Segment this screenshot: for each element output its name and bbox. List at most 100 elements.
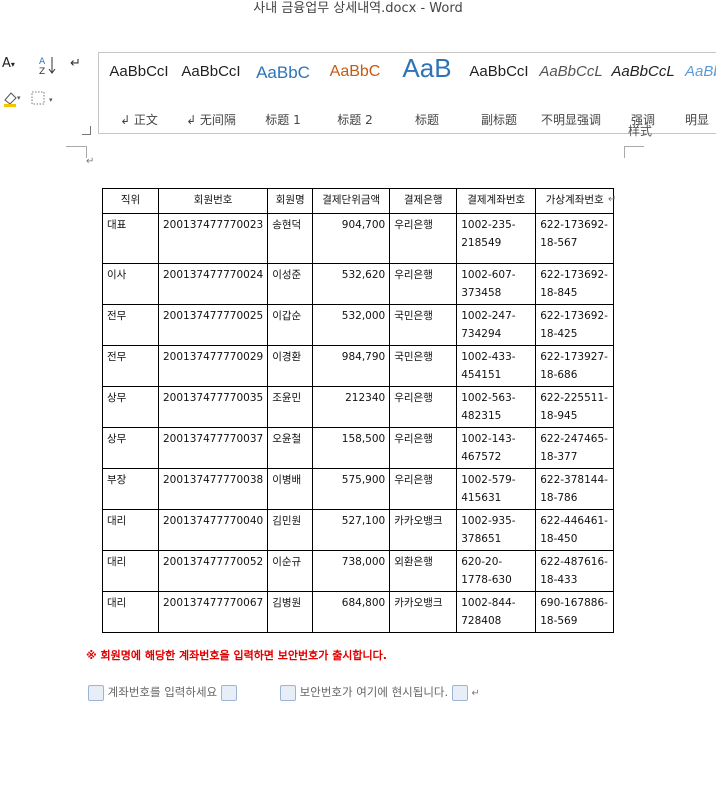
table-cell[interactable]: 오윤철 xyxy=(267,427,314,469)
table-cell[interactable]: 622-225511- 18-945 xyxy=(535,386,615,428)
table-cell[interactable]: 1002-607- 373458 xyxy=(456,263,537,305)
table-cell[interactable]: 200137477770035 xyxy=(157,386,269,428)
table-cell[interactable]: 200137477770038 xyxy=(157,468,269,510)
table-cell[interactable]: 전무 xyxy=(102,304,159,346)
table-cell[interactable]: 김민원 xyxy=(267,509,314,551)
table-cell[interactable]: 카카오뱅크 xyxy=(389,509,458,551)
style-no-spacing[interactable]: AaBbCcI ↲ 无间隔 xyxy=(175,53,247,131)
style-normal[interactable]: AaBbCcI ↲ 正文 xyxy=(103,53,175,131)
style-heading-2[interactable]: AaBbC 标题 2 xyxy=(319,53,391,131)
table-cell[interactable]: 국민은행 xyxy=(389,304,458,346)
table-cell[interactable]: 622-173927- 18-686 xyxy=(535,345,615,387)
style-subtitle[interactable]: AaBbCcI 副标题 xyxy=(463,53,535,131)
show-formatting-icon[interactable]: ↵ xyxy=(70,56,81,71)
style-label: 标题 1 xyxy=(265,113,301,127)
table-cell[interactable]: 대리 xyxy=(102,550,159,592)
style-intense-emphasis[interactable]: AaBb 明显 xyxy=(679,53,716,131)
table-cell[interactable]: 620-20- 1778-630 xyxy=(456,550,537,592)
table-cell[interactable]: 200137477770052 xyxy=(157,550,269,592)
table-cell[interactable]: 우리은행 xyxy=(389,386,458,428)
table-cell[interactable]: 이병배 xyxy=(267,468,314,510)
table-cell[interactable]: 622-173692- 18-425 xyxy=(535,304,615,346)
table-cell[interactable]: 527,100 xyxy=(312,509,391,551)
table-cell[interactable]: 200137477770024 xyxy=(157,263,269,305)
table-cell[interactable]: 전무 xyxy=(102,345,159,387)
table-cell[interactable]: 684,800 xyxy=(312,591,391,633)
security-number-placeholder: 보안번호가 여기에 현시됩니다. xyxy=(299,685,449,699)
style-sample: AaBbCcL xyxy=(611,63,675,80)
table-cell[interactable]: 622-247465- 18-377 xyxy=(535,427,615,469)
table-cell[interactable]: 상무 xyxy=(102,386,159,428)
table-cell[interactable]: 우리은행 xyxy=(389,263,458,305)
security-number-field[interactable]: 보안번호가 여기에 현시됩니다. ↵ xyxy=(280,684,480,701)
style-title[interactable]: AaB 标题 xyxy=(391,53,463,131)
style-label: 标题 xyxy=(414,113,439,127)
account-number-placeholder[interactable]: 계좌번호를 입력하세요 xyxy=(108,685,217,699)
header-member-number: 회원번호 xyxy=(157,188,269,214)
table-cell[interactable]: 158,500 xyxy=(312,427,391,469)
notice-text: ※ 회원명에 해당한 계좌번호을 입력하면 보안번호가 출시합니다. xyxy=(86,649,387,662)
table-cell[interactable]: 200137477770025 xyxy=(157,304,269,346)
table-cell[interactable]: 조윤민 xyxy=(267,386,314,428)
table-cell[interactable]: 690-167886- 18-569 xyxy=(535,591,615,633)
table-cell[interactable]: 1002-935- 378651 xyxy=(456,509,537,551)
table-cell[interactable]: 622-173692- 18-567 xyxy=(535,213,615,264)
style-emphasis[interactable]: AaBbCcL 强调 xyxy=(607,53,679,131)
table-cell[interactable]: 대리 xyxy=(102,509,159,551)
style-label: 明显 xyxy=(685,113,710,127)
table-cell[interactable]: 212340 xyxy=(312,386,391,428)
table-cell[interactable]: 200137477770029 xyxy=(157,345,269,387)
paragraph-dialog-launcher-icon[interactable] xyxy=(82,126,91,135)
account-number-field[interactable]: 계좌번호를 입력하세요 xyxy=(88,684,237,701)
borders-icon[interactable]: ▾ xyxy=(30,89,58,107)
table-cell[interactable]: 575,900 xyxy=(312,468,391,510)
table-cell[interactable]: 200137477770067 xyxy=(157,591,269,633)
table-cell[interactable]: 200137477770023 xyxy=(157,213,269,264)
table-cell[interactable]: 김병원 xyxy=(267,591,314,633)
table-cell[interactable]: 1002-235- 218549 xyxy=(456,213,537,264)
text-effects-icon[interactable]: A▾ xyxy=(2,56,15,71)
table-cell[interactable]: 738,000 xyxy=(312,550,391,592)
table-cell[interactable]: 1002-844- 728408 xyxy=(456,591,537,633)
table-cell[interactable]: 532,000 xyxy=(312,304,391,346)
table-cell[interactable]: 부장 xyxy=(102,468,159,510)
shading-icon[interactable]: ▾ xyxy=(2,88,24,108)
table-cell[interactable]: 622-487616- 18-433 xyxy=(535,550,615,592)
table-cell[interactable]: 우리은행 xyxy=(389,213,458,264)
table-header-row: 직위 회원번호 회원명 결제단위금액 결제은행 결제계좌번호 가상계좌번호 xyxy=(102,188,615,214)
table-cell[interactable]: 1002-579- 415631 xyxy=(456,468,537,510)
table-cell[interactable]: 이성준 xyxy=(267,263,314,305)
table-cell[interactable]: 200137477770037 xyxy=(157,427,269,469)
table-cell[interactable]: 622-446461- 18-450 xyxy=(535,509,615,551)
table-cell[interactable]: 984,790 xyxy=(312,345,391,387)
table-cell[interactable]: 국민은행 xyxy=(389,345,458,387)
table-cell[interactable]: 이갑순 xyxy=(267,304,314,346)
table-cell[interactable]: 904,700 xyxy=(312,213,391,264)
table-cell[interactable]: 532,620 xyxy=(312,263,391,305)
table-cell[interactable]: 대표 xyxy=(102,213,159,264)
table-row: 대리 200137477770040 김민원 527,100 카카오뱅크 1002-935… xyxy=(102,509,615,551)
table-cell[interactable]: 이경환 xyxy=(267,345,314,387)
table-cell[interactable]: 1002-143- 467572 xyxy=(456,427,537,469)
svg-text:A: A xyxy=(39,57,46,67)
table-cell[interactable]: 1002-563- 482315 xyxy=(456,386,537,428)
svg-text:Z: Z xyxy=(39,67,45,76)
table-cell[interactable]: 이순규 xyxy=(267,550,314,592)
style-heading-1[interactable]: AaBbC 标题 1 xyxy=(247,53,319,131)
table-cell[interactable]: 카카오뱅크 xyxy=(389,591,458,633)
table-cell[interactable]: 200137477770040 xyxy=(157,509,269,551)
table-cell[interactable]: 1002-433- 454151 xyxy=(456,345,537,387)
table-cell[interactable]: 대리 xyxy=(102,591,159,633)
table-cell[interactable]: 외환은행 xyxy=(389,550,458,592)
table-cell[interactable]: 우리은행 xyxy=(389,468,458,510)
table-cell[interactable]: 상무 xyxy=(102,427,159,469)
style-subtle-emphasis[interactable]: AaBbCcL 不明显强调 xyxy=(535,53,607,131)
table-cell[interactable]: 송현덕 xyxy=(267,213,314,264)
sort-icon[interactable]: AZ xyxy=(38,54,58,77)
table-cell[interactable]: 우리은행 xyxy=(389,427,458,469)
ribbon: A▾ AZ ↵ ▾ ▾ AaBbCcI ↲ 正文 AaBbCcI ↲ 无间隔 A… xyxy=(0,22,716,143)
table-cell[interactable]: 622-173692- 18-845 xyxy=(535,263,615,305)
table-cell[interactable]: 1002-247- 734294 xyxy=(456,304,537,346)
table-cell[interactable]: 이사 xyxy=(102,263,159,305)
table-cell[interactable]: 622-378144- 18-786 xyxy=(535,468,615,510)
